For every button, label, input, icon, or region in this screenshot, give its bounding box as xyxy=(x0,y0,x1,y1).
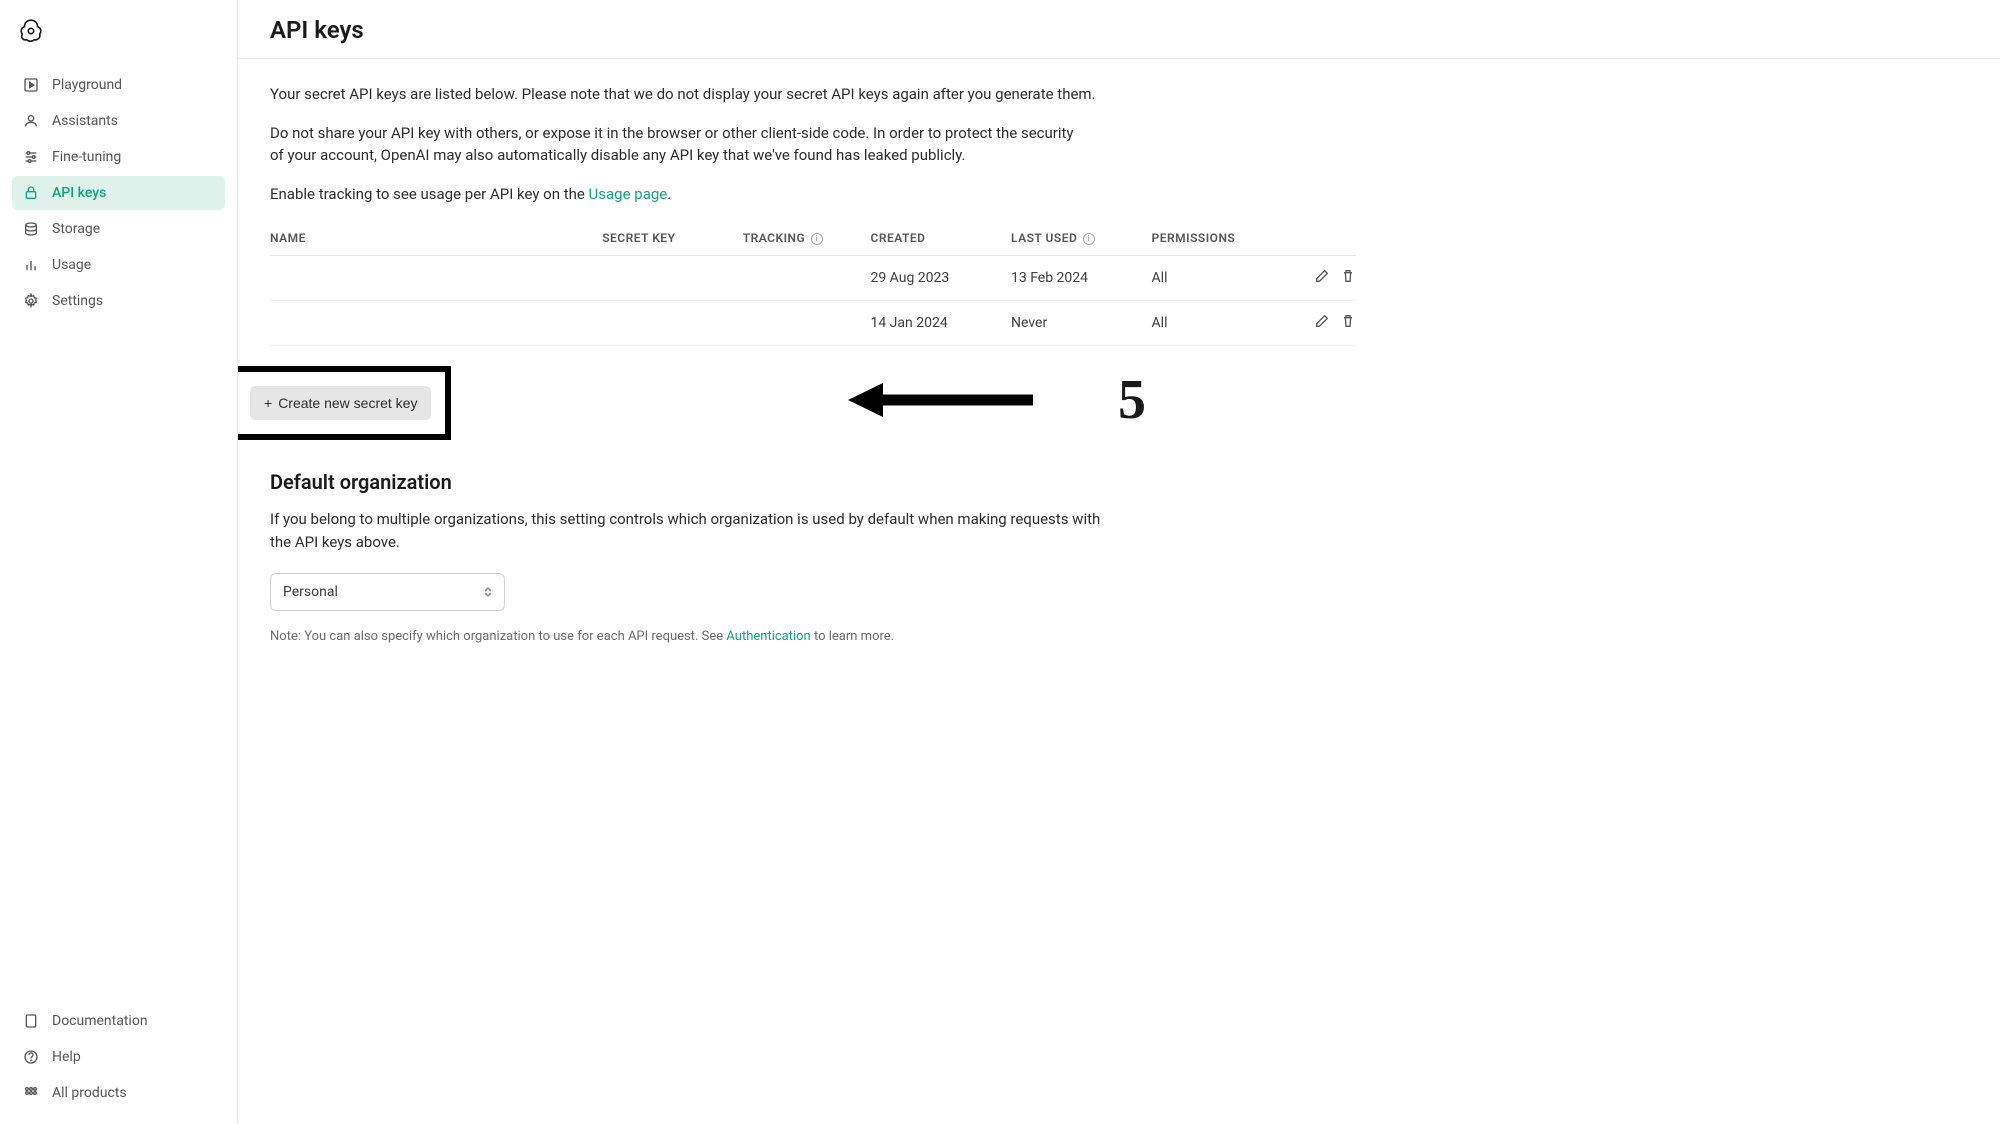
description: Your secret API keys are listed below. P… xyxy=(270,83,1356,205)
description-text: Your secret API keys are listed below. P… xyxy=(270,83,1356,106)
default-org-title: Default organization xyxy=(270,470,1356,494)
sidebar-item-assistants[interactable]: Assistants xyxy=(12,104,225,138)
cell-lastused: 13 Feb 2024 xyxy=(1011,256,1152,301)
annotation-arrow: 5 xyxy=(848,368,1146,432)
sidebar-item-usage[interactable]: Usage xyxy=(12,248,225,282)
button-label: Create new secret key xyxy=(278,395,417,411)
help-icon xyxy=(22,1048,40,1066)
page-title: API keys xyxy=(270,16,1968,44)
authentication-link[interactable]: Authentication xyxy=(726,629,810,644)
documentation-icon xyxy=(22,1012,40,1030)
create-new-secret-key-button[interactable]: + Create new secret key xyxy=(250,386,431,420)
org-select[interactable]: Personal xyxy=(270,573,505,611)
sidebar-item-label: Documentation xyxy=(52,1013,148,1029)
api-keys-icon xyxy=(22,184,40,202)
fine-tuning-icon xyxy=(22,148,40,166)
col-secret: SECRET KEY xyxy=(602,221,743,256)
logo xyxy=(12,14,225,68)
cell-created: 29 Aug 2023 xyxy=(870,256,1011,301)
table-header-row: NAME SECRET KEY TRACKING i CREATED LAST … xyxy=(270,221,1356,256)
all-products-icon xyxy=(22,1084,40,1102)
sidebar-item-label: Settings xyxy=(52,293,103,309)
usage-icon xyxy=(22,256,40,274)
edit-button[interactable] xyxy=(1314,313,1330,333)
main-content: API keys Your secret API keys are listed… xyxy=(238,0,2000,1124)
table-row: 14 Jan 2024 Never All xyxy=(270,301,1356,346)
sidebar-item-label: API keys xyxy=(52,185,106,201)
select-value: Personal xyxy=(283,584,338,600)
sidebar-item-all-products[interactable]: All products xyxy=(12,1076,225,1110)
col-tracking: TRACKING i xyxy=(743,221,871,256)
sidebar-item-label: Usage xyxy=(52,257,91,273)
settings-icon xyxy=(22,292,40,310)
api-keys-table: NAME SECRET KEY TRACKING i CREATED LAST … xyxy=(270,221,1356,346)
annotation-highlight-box: + Create new secret key xyxy=(238,366,451,440)
cell-permissions: All xyxy=(1152,256,1280,301)
sidebar-item-label: Fine-tuning xyxy=(52,149,121,165)
sidebar-item-fine-tuning[interactable]: Fine-tuning xyxy=(12,140,225,174)
col-created: CREATED xyxy=(870,221,1011,256)
sidebar-item-help[interactable]: Help xyxy=(12,1040,225,1074)
sidebar-item-label: Storage xyxy=(52,221,100,237)
delete-button[interactable] xyxy=(1340,268,1356,288)
cell-created: 14 Jan 2024 xyxy=(870,301,1011,346)
chevron-up-down-icon xyxy=(484,587,492,597)
info-icon: i xyxy=(811,233,823,245)
arrow-left-icon xyxy=(848,375,1038,425)
sidebar-item-api-keys[interactable]: API keys xyxy=(12,176,225,210)
col-permissions: PERMISSIONS xyxy=(1152,221,1280,256)
annotation-number: 5 xyxy=(1118,368,1146,432)
sidebar-item-label: Help xyxy=(52,1049,81,1065)
col-actions xyxy=(1279,221,1356,256)
org-note: Note: You can also specify which organiz… xyxy=(270,629,1356,644)
sidebar-item-settings[interactable]: Settings xyxy=(12,284,225,318)
cell-permissions: All xyxy=(1152,301,1280,346)
description-text: Enable tracking to see usage per API key… xyxy=(270,183,1356,206)
sidebar-item-label: Playground xyxy=(52,77,122,93)
nav-bottom: Documentation Help All products xyxy=(12,1004,225,1110)
sidebar-item-label: All products xyxy=(52,1085,127,1101)
assistants-icon xyxy=(22,112,40,130)
cell-lastused: Never xyxy=(1011,301,1152,346)
description-text: Do not share your API key with others, o… xyxy=(270,122,1090,167)
col-lastused: LAST USED i xyxy=(1011,221,1152,256)
sidebar-item-storage[interactable]: Storage xyxy=(12,212,225,246)
default-org-desc: If you belong to multiple organizations,… xyxy=(270,508,1120,553)
storage-icon xyxy=(22,220,40,238)
info-icon: i xyxy=(1083,233,1095,245)
page-header: API keys xyxy=(238,0,2000,59)
sidebar-item-documentation[interactable]: Documentation xyxy=(12,1004,225,1038)
delete-button[interactable] xyxy=(1340,313,1356,333)
table-row: 29 Aug 2023 13 Feb 2024 All xyxy=(270,256,1356,301)
plus-icon: + xyxy=(264,395,272,411)
nav-main: Playground Assistants Fine-tuning API ke… xyxy=(12,68,225,318)
sidebar-item-playground[interactable]: Playground xyxy=(12,68,225,102)
playground-icon xyxy=(22,76,40,94)
col-name: NAME xyxy=(270,221,602,256)
edit-button[interactable] xyxy=(1314,268,1330,288)
sidebar: Playground Assistants Fine-tuning API ke… xyxy=(0,0,238,1124)
usage-page-link[interactable]: Usage page xyxy=(589,185,668,203)
sidebar-item-label: Assistants xyxy=(52,113,118,129)
